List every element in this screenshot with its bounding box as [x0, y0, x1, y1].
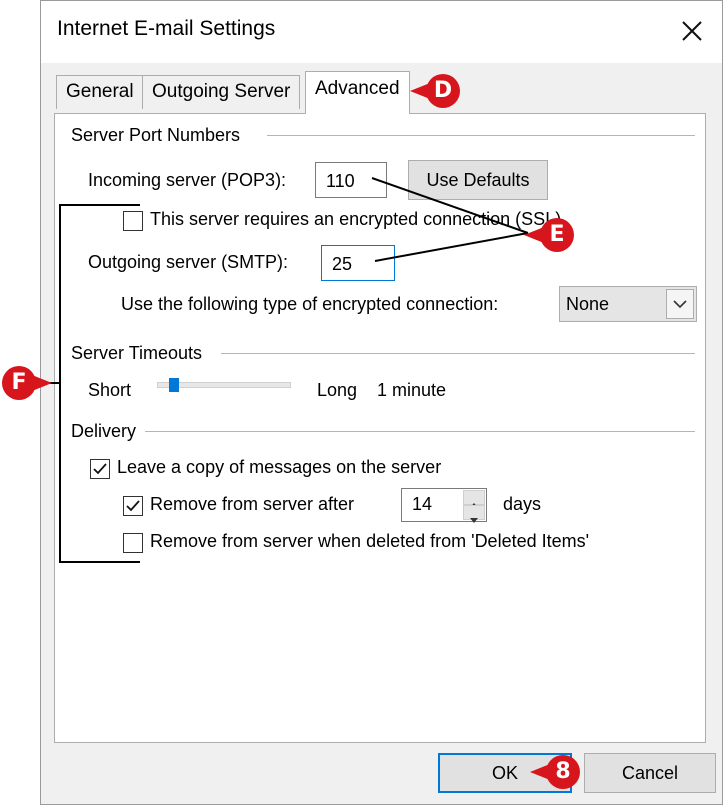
tab-general[interactable]: General	[56, 75, 144, 109]
group-divider	[267, 135, 695, 136]
dialog-window: Internet E-mail Settings General Outgoin…	[40, 0, 723, 805]
timeout-slider[interactable]	[157, 378, 292, 402]
server-timeouts-heading: Server Timeouts	[71, 343, 203, 363]
callout-e: E	[540, 218, 574, 252]
tab-advanced[interactable]: Advanced	[305, 71, 410, 114]
days-label: days	[503, 494, 542, 514]
encryption-type-select[interactable]: None	[559, 286, 697, 322]
remove-after-label: Remove from server after	[150, 494, 355, 514]
leave-copy-checkbox[interactable]	[90, 459, 110, 479]
encrypted-connection-checkbox[interactable]	[123, 211, 143, 231]
tab-outgoing-server[interactable]: Outgoing Server	[142, 75, 301, 109]
encryption-type-label: Use the following type of encrypted conn…	[121, 294, 499, 314]
callout-d: D	[426, 74, 460, 108]
checkmark-icon	[93, 463, 107, 475]
callout-f: F	[2, 366, 36, 400]
leave-copy-label: Leave a copy of messages on the server	[117, 457, 442, 477]
stepper-buttons	[463, 490, 485, 523]
group-divider	[221, 353, 695, 354]
slider-thumb[interactable]	[169, 378, 179, 392]
encrypted-connection-label: This server requires an encrypted connec…	[150, 209, 562, 229]
tab-advanced-label: Advanced	[315, 78, 400, 99]
caret-down-icon	[470, 518, 478, 523]
group-divider	[145, 431, 695, 432]
remove-deleted-label: Remove from server when deleted from 'De…	[150, 531, 590, 551]
dropdown-button[interactable]	[666, 289, 694, 319]
encryption-type-value: None	[566, 294, 610, 314]
cancel-button[interactable]: Cancel	[584, 753, 716, 793]
outgoing-server-input[interactable]: 25	[321, 245, 395, 281]
remove-after-days-value: 14	[412, 494, 433, 514]
timeout-value: 1 minute	[377, 380, 447, 400]
timeout-short-label: Short	[88, 380, 132, 400]
remove-deleted-checkbox[interactable]	[123, 533, 143, 553]
advanced-panel: Server Port Numbers Incoming server (POP…	[54, 113, 706, 743]
chevron-down-icon	[673, 300, 687, 309]
title-bar: Internet E-mail Settings	[41, 1, 722, 63]
timeout-long-label: Long	[317, 380, 358, 400]
incoming-server-input[interactable]: 110	[315, 162, 387, 198]
server-port-numbers-heading: Server Port Numbers	[71, 125, 241, 145]
delivery-heading: Delivery	[71, 421, 137, 441]
dialog-title: Internet E-mail Settings	[57, 17, 276, 40]
tab-outgoing-server-label: Outgoing Server	[152, 81, 291, 102]
callout-8: 8	[546, 755, 580, 789]
decrement-button[interactable]	[463, 505, 485, 523]
close-button[interactable]	[670, 9, 714, 53]
remove-after-days-stepper[interactable]: 14	[401, 488, 487, 523]
increment-button[interactable]	[463, 490, 485, 508]
outgoing-server-label: Outgoing server (SMTP):	[88, 252, 289, 272]
close-icon	[682, 21, 702, 41]
tab-general-label: General	[66, 81, 134, 102]
remove-after-checkbox[interactable]	[123, 496, 143, 516]
checkmark-icon	[126, 500, 140, 512]
use-defaults-button[interactable]: Use Defaults	[408, 160, 548, 200]
incoming-server-label: Incoming server (POP3):	[88, 170, 287, 190]
